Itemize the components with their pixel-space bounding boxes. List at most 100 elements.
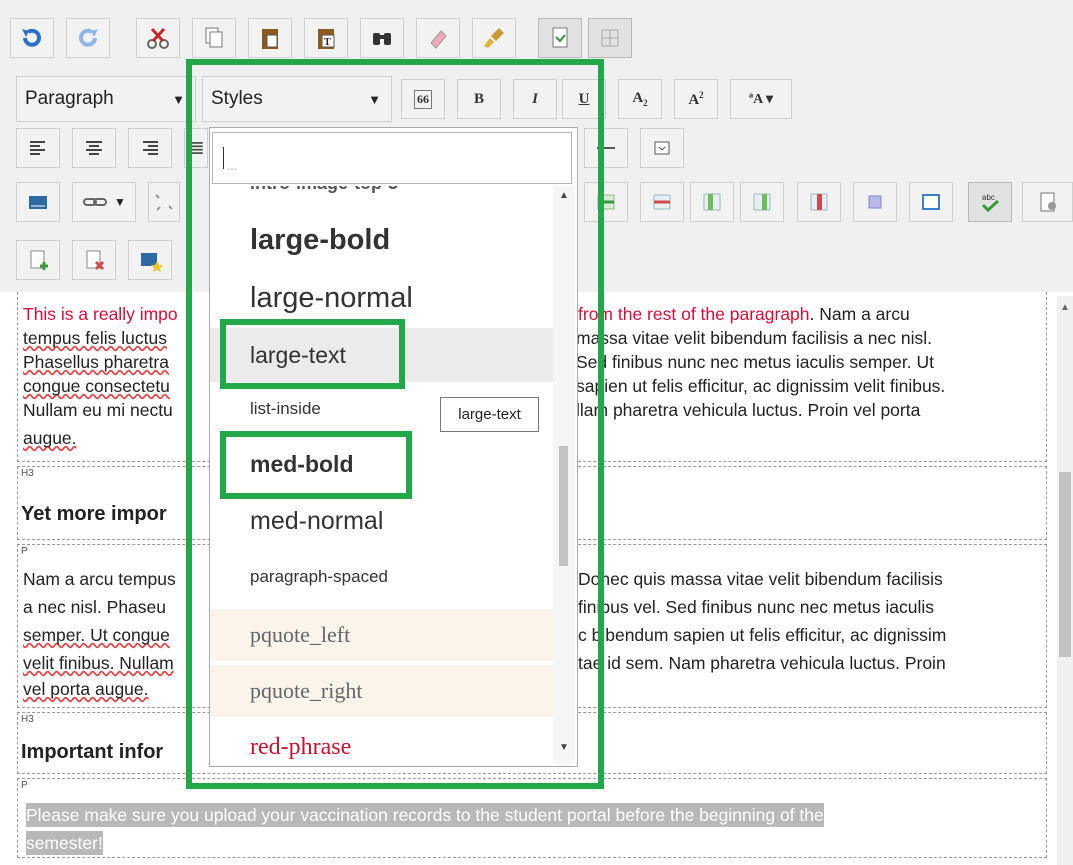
table-column-icon (703, 193, 721, 211)
paragraph-line-right: finibus vel. Sed finibus nunc nec metus … (578, 597, 935, 617)
source-button[interactable] (538, 18, 582, 58)
subscript-button[interactable]: A2 (618, 79, 662, 119)
template-icon (1040, 192, 1056, 212)
paragraph-line: Phasellus pharetra (23, 352, 169, 372)
redo-button[interactable] (66, 18, 110, 58)
page-break-button[interactable] (640, 128, 684, 168)
align-right-icon (143, 141, 158, 155)
chevron-up-icon: ▲ (1060, 302, 1070, 313)
paragraph-line-right: massa vitae velit bibendum facilisis a n… (576, 328, 932, 348)
align-right-button[interactable] (128, 128, 172, 168)
paragraph-line: a nec nisl. Phaseu (23, 597, 167, 617)
clipboard-icon (262, 29, 278, 49)
paragraph-format-value: Paragraph (25, 88, 114, 109)
paragraph-line: congue consectetu (23, 376, 170, 396)
eraser-icon (430, 30, 447, 49)
unlink-button[interactable] (148, 182, 180, 222)
block-tag: H3 (21, 468, 34, 479)
align-center-button[interactable] (72, 128, 116, 168)
image-button[interactable] (16, 182, 60, 222)
undo-button[interactable] (10, 18, 54, 58)
table-delete-row-button[interactable] (640, 182, 684, 222)
highlight-box-styles-panel (186, 59, 604, 789)
paragraph-line: vel porta augue. (23, 679, 149, 699)
table-row-delete-icon (653, 194, 671, 210)
svg-text:T: T (324, 37, 331, 48)
align-left-icon (30, 141, 45, 155)
image-icon (29, 196, 47, 209)
table-cells-icon (868, 195, 882, 209)
undo-icon (22, 28, 41, 47)
paste-text-button[interactable]: T (304, 18, 348, 58)
unlink-icon (155, 194, 173, 211)
binoculars-icon (373, 33, 391, 45)
chevron-down-icon: ▼ (172, 92, 185, 107)
file-remove-icon (86, 250, 105, 271)
image-star-icon (141, 253, 163, 272)
template-button[interactable] (1022, 182, 1073, 222)
table-cell-button[interactable] (853, 182, 897, 222)
add-file-button[interactable] (16, 240, 60, 280)
cut-button[interactable] (136, 18, 180, 58)
paragraph-line: velit finibus. Nullam (23, 653, 174, 673)
spellcheck-icon: abc (981, 193, 1000, 213)
paragraph-line: tempus felis luctus (23, 328, 167, 348)
paste-text-icon: T (318, 29, 335, 49)
image-manager-button[interactable] (128, 240, 172, 280)
table-insert-col-before-button[interactable] (690, 182, 734, 222)
remove-format-button[interactable] (416, 18, 460, 58)
font-size-button[interactable]: ªA ▾ (730, 79, 792, 119)
redo-icon (79, 28, 98, 47)
paste-button[interactable] (248, 18, 292, 58)
show-blocks-button[interactable] (588, 18, 632, 58)
highlight-box-med-bold (220, 431, 412, 499)
paragraph-line-right: tae id sem. Nam pharetra vehicula luctus… (578, 653, 946, 673)
svg-text:abc: abc (982, 193, 995, 202)
format-painter-button[interactable] (472, 18, 516, 58)
paragraph-block[interactable]: P Please make sure you upload your vacci… (17, 778, 1047, 858)
superscript-button[interactable]: A2 (674, 79, 718, 119)
paragraph-line: Nullam eu mi nectu (23, 400, 173, 420)
font-size-icon: ªA ▾ (748, 91, 774, 107)
paragraph-line-right: llam pharetra vehicula luctus. Proin vel… (576, 400, 921, 420)
paragraph-line: Nam a arcu tempus (23, 569, 176, 589)
document-icon (552, 27, 568, 48)
paragraph-line-right: Sed finibus nunc nec metus iaculis sempe… (576, 352, 934, 372)
paragraph-line-right: from the rest of the paragraph. Nam a ar… (578, 304, 910, 324)
table-frame-icon (922, 194, 940, 210)
scissors-icon (147, 27, 169, 49)
find-button[interactable] (360, 18, 404, 58)
editor-scrollbar[interactable]: ▲ (1057, 296, 1073, 865)
red-text: This is a really impo (23, 304, 178, 324)
block-tag: H3 (21, 714, 34, 725)
spellcheck-button[interactable]: abc (968, 182, 1012, 222)
copy-button[interactable] (192, 18, 236, 58)
highlight-box-large-text (220, 319, 405, 389)
paragraph-line-right: Donec quis massa vitae velit bibendum fa… (578, 569, 943, 589)
table-delete-col-button[interactable] (797, 182, 841, 222)
table-insert-col-after-button[interactable] (740, 182, 784, 222)
selected-text-line: semester! (26, 831, 103, 855)
grid-icon (601, 29, 619, 47)
selected-text-line: Please make sure you upload your vaccina… (26, 803, 824, 827)
align-center-icon (86, 141, 102, 155)
heading-text: Important infor (21, 741, 164, 763)
chevron-down-icon: ▼ (114, 195, 126, 209)
copy-icon (205, 27, 223, 48)
align-left-button[interactable] (16, 128, 60, 168)
editor-scrollbar-thumb[interactable] (1059, 472, 1071, 657)
link-icon (83, 198, 108, 206)
link-button[interactable]: ▼ (72, 182, 136, 222)
table-column-delete-icon (810, 193, 828, 211)
table-column-icon (753, 193, 771, 211)
table-properties-button[interactable] (909, 182, 953, 222)
paragraph-line: augue. (23, 428, 77, 448)
heading-text: Yet more impor (21, 503, 167, 525)
paragraph-line: semper. Ut congue (23, 625, 170, 645)
block-tag: P (21, 780, 28, 791)
paragraph-format-select[interactable]: Paragraph ▼ (16, 76, 196, 122)
block-tag: P (21, 546, 28, 557)
red-paragraph-start: This is a really impo (23, 302, 178, 326)
file-add-icon (30, 250, 48, 270)
remove-file-button[interactable] (72, 240, 116, 280)
